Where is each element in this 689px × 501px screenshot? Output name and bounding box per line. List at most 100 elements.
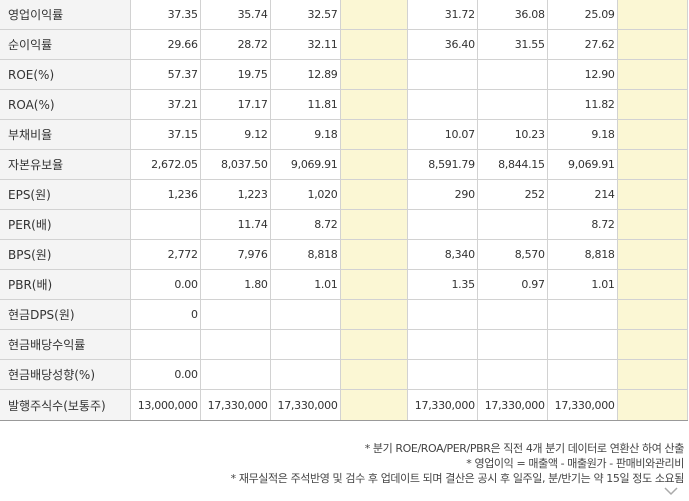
table-cell	[616, 179, 689, 210]
table-cell	[129, 329, 201, 360]
table-cell: 252	[476, 179, 548, 210]
table-cell: 7,976	[199, 239, 271, 270]
table-cell	[406, 89, 478, 120]
table-cell: 9,069.91	[269, 149, 341, 180]
table-cell	[406, 359, 478, 390]
row-label: EPS(원)	[0, 179, 131, 210]
table-cell: 17,330,000	[269, 389, 341, 421]
table-cell: 12.89	[269, 59, 341, 90]
footnotes: * 분기 ROE/ROA/PER/PBR은 직전 4개 분기 데이터로 연환산 …	[230, 441, 685, 486]
table-cell: 11.74	[199, 209, 271, 240]
table-cell	[616, 0, 689, 30]
table-cell	[339, 89, 408, 120]
table-row: 현금배당성향(%) 0.00	[0, 359, 689, 390]
table-cell: 8,844.15	[476, 149, 548, 180]
table-cell: 9,069.91	[546, 149, 618, 180]
table-row: 영업이익률 37.35 35.74 32.57 31.72 36.08 25.09	[0, 0, 689, 30]
table-cell: 35.74	[199, 0, 271, 30]
table-cell: 9.12	[199, 119, 271, 150]
table-cell: 13,000,000	[129, 389, 201, 421]
row-label: 부채비율	[0, 119, 131, 150]
table-cell	[339, 29, 408, 60]
table-cell	[476, 299, 548, 330]
table-body: 영업이익률 37.35 35.74 32.57 31.72 36.08 25.09 순이익률 2…	[0, 0, 689, 421]
table-cell: 12.90	[546, 59, 618, 90]
table-cell	[339, 389, 408, 421]
table-cell: 1,236	[129, 179, 201, 210]
table-cell: 17,330,000	[199, 389, 271, 421]
table-cell: 8,591.79	[406, 149, 478, 180]
footnote-annualized: * 분기 ROE/ROA/PER/PBR은 직전 4개 분기 데이터로 연환산 …	[364, 442, 685, 455]
row-label: 현금배당수익률	[0, 329, 131, 360]
table-cell	[406, 329, 478, 360]
table-cell: 37.15	[129, 119, 201, 150]
table-row: 현금DPS(원) 0	[0, 299, 689, 330]
table-cell: 2,672.05	[129, 149, 201, 180]
footnote-operating-profit: * 영업이익 = 매출액 - 매출원가 - 판매비와관리비	[466, 457, 684, 470]
row-label: BPS(원)	[0, 239, 131, 270]
table-cell	[339, 359, 408, 390]
table-cell: 9.18	[546, 119, 618, 150]
table-cell	[616, 29, 689, 60]
table-row: 순이익률 29.66 28.72 32.11 36.40 31.55 27.62	[0, 29, 689, 60]
table-cell: 0	[129, 299, 201, 330]
table-cell: 29.66	[129, 29, 201, 60]
table-cell: 8,818	[546, 239, 618, 270]
table-cell	[339, 119, 408, 150]
table-cell: 1.01	[269, 269, 341, 300]
chevron-down-icon[interactable]	[664, 486, 678, 496]
table-cell: 214	[546, 179, 618, 210]
table-cell: 57.37	[129, 59, 201, 90]
table-cell: 8.72	[269, 209, 341, 240]
table-cell: 36.08	[476, 0, 548, 30]
table-cell	[269, 299, 341, 330]
table-cell: 1,020	[269, 179, 341, 210]
table-cell	[476, 89, 548, 120]
table-cell	[339, 239, 408, 270]
table-cell	[546, 299, 618, 330]
financial-ratio-table: 영업이익률 37.35 35.74 32.57 31.72 36.08 25.09 순이익률 2…	[0, 0, 689, 421]
table-cell	[616, 89, 689, 120]
table-cell: 28.72	[199, 29, 271, 60]
table-cell: 11.82	[546, 89, 618, 120]
table-cell	[616, 149, 689, 180]
row-label: 현금배당성향(%)	[0, 359, 131, 390]
table-cell	[616, 359, 689, 390]
table-cell	[476, 59, 548, 90]
table-row: 부채비율 37.15 9.12 9.18 10.07 10.23 9.18	[0, 119, 689, 150]
table-cell: 31.72	[406, 0, 478, 30]
table-cell: 17.17	[199, 89, 271, 120]
table-row: ROA(%) 37.21 17.17 11.81 11.82	[0, 89, 689, 120]
table-cell	[199, 299, 271, 330]
table-cell	[199, 329, 271, 360]
table-cell: 36.40	[406, 29, 478, 60]
table-cell: 0.97	[476, 269, 548, 300]
row-label: PBR(배)	[0, 269, 131, 300]
table-cell	[476, 209, 548, 240]
table-cell	[546, 359, 618, 390]
table-cell: 8,818	[269, 239, 341, 270]
table-cell	[339, 209, 408, 240]
table-cell	[616, 209, 689, 240]
table-cell: 1.01	[546, 269, 618, 300]
table-cell: 8.72	[546, 209, 618, 240]
row-label: ROE(%)	[0, 59, 131, 90]
table-cell: 8,340	[406, 239, 478, 270]
table-cell	[269, 359, 341, 390]
row-label: 발행주식수(보통주)	[0, 389, 131, 421]
table-cell: 10.07	[406, 119, 478, 150]
table-cell: 9.18	[269, 119, 341, 150]
footnote-update-schedule: * 재무실적은 주석반영 및 검수 후 업데이트 되며 결산은 공시 후 일주일…	[230, 472, 685, 485]
table-cell: 1.80	[199, 269, 271, 300]
table-cell	[616, 59, 689, 90]
table-cell	[406, 59, 478, 90]
table-cell: 0.00	[129, 359, 201, 390]
table-cell: 8,570	[476, 239, 548, 270]
row-label: 현금DPS(원)	[0, 299, 131, 330]
table-cell	[129, 209, 201, 240]
table-cell	[406, 209, 478, 240]
table-row: BPS(원) 2,772 7,976 8,818 8,340 8,570 8,818	[0, 239, 689, 270]
table-cell: 1.35	[406, 269, 478, 300]
table-cell: 17,330,000	[546, 389, 618, 421]
table-cell: 0.00	[129, 269, 201, 300]
